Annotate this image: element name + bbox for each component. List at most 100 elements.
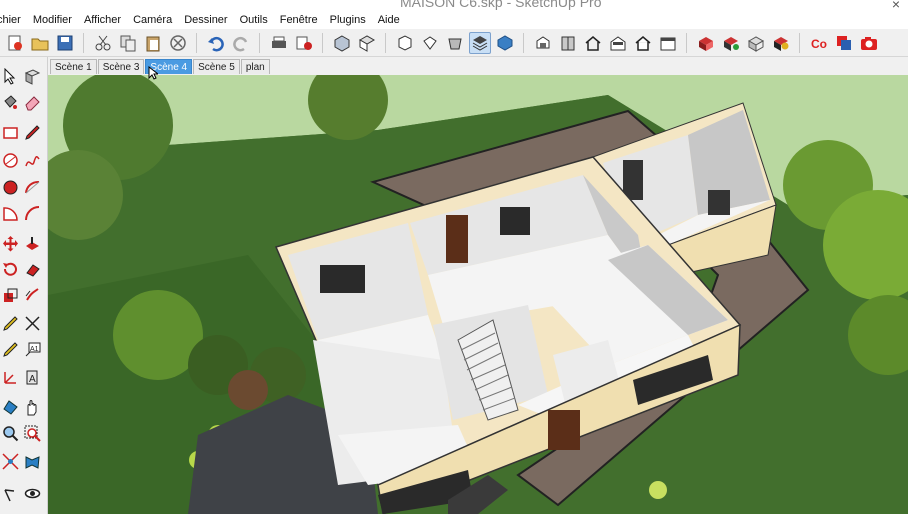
circle-icon[interactable] — [0, 150, 20, 170]
screenshot-icon[interactable] — [858, 32, 880, 54]
orbit-icon[interactable] — [0, 397, 20, 417]
rotate-icon[interactable] — [0, 259, 20, 279]
close-window-icon[interactable]: × — [886, 0, 906, 12]
bush — [228, 370, 268, 410]
arc-icon[interactable] — [22, 177, 42, 197]
window-title: MAISON C6.skp - SketchUp Pro — [400, 0, 602, 10]
top-view-icon[interactable] — [356, 32, 378, 54]
follow-me-icon[interactable] — [22, 259, 42, 279]
scale-icon[interactable] — [0, 285, 20, 305]
toolbar-separator — [196, 32, 197, 53]
back-view-icon[interactable] — [444, 32, 466, 54]
ruby-icon[interactable]: Co — [808, 32, 830, 54]
tape-measure-icon[interactable] — [0, 313, 20, 333]
cut-icon[interactable] — [92, 32, 114, 54]
three-point-arc-icon[interactable] — [22, 203, 42, 223]
house-model-render — [48, 75, 908, 514]
menu-bar: chier Modifier Afficher Caméra Dessiner … — [0, 12, 908, 29]
save-icon[interactable] — [54, 32, 76, 54]
extension-icon[interactable] — [770, 32, 792, 54]
xray-icon[interactable] — [532, 32, 554, 54]
dimension-icon[interactable] — [22, 313, 42, 333]
hidden-line-icon[interactable] — [582, 32, 604, 54]
front-view-icon[interactable] — [394, 32, 416, 54]
make-component-icon[interactable] — [22, 66, 42, 86]
freehand-icon[interactable] — [22, 150, 42, 170]
layout-icon[interactable] — [833, 32, 855, 54]
svg-text:A1: A1 — [30, 346, 39, 353]
redo-icon[interactable] — [230, 32, 252, 54]
front-door — [548, 410, 580, 450]
previous-view-icon[interactable] — [22, 451, 42, 471]
right-view-icon[interactable] — [419, 32, 441, 54]
tab-plan[interactable]: plan — [240, 58, 270, 74]
menu-help[interactable]: Aide — [372, 12, 406, 29]
line-pencil-icon[interactable] — [22, 122, 42, 142]
zoom-window-icon[interactable] — [22, 423, 42, 443]
undo-icon[interactable] — [205, 32, 227, 54]
print-icon[interactable] — [268, 32, 290, 54]
left-toolbar: A1 A — [0, 57, 48, 514]
3d-text-icon[interactable]: A — [22, 367, 42, 387]
look-around-icon[interactable] — [22, 483, 42, 503]
eraser-icon[interactable] — [22, 92, 42, 112]
select-arrow-icon[interactable] — [0, 66, 20, 86]
toolbar-separator — [686, 32, 687, 53]
share-model-icon[interactable] — [720, 32, 742, 54]
mouse-cursor-icon — [148, 66, 158, 80]
push-pull-icon[interactable] — [22, 233, 42, 253]
iso-view-icon[interactable] — [331, 32, 353, 54]
bottom-view-icon[interactable] — [494, 32, 516, 54]
copy-icon[interactable] — [117, 32, 139, 54]
tab-scene-5[interactable]: Scène 5 — [193, 58, 240, 74]
left-view-icon[interactable] — [468, 31, 491, 54]
protractor-icon[interactable] — [0, 339, 20, 359]
pan-hand-icon[interactable] — [22, 397, 42, 417]
position-camera-icon[interactable] — [0, 483, 20, 503]
toolbar-separator — [799, 32, 800, 53]
rectangle-icon[interactable] — [0, 122, 20, 142]
scene-tabs: Scène 1 Scène 3 Scène 4 Scène 5 plan — [48, 57, 908, 75]
menu-file[interactable]: chier — [0, 12, 27, 29]
shaded-texture-icon[interactable] — [632, 32, 654, 54]
menu-view[interactable]: Afficher — [78, 12, 127, 29]
axes-icon[interactable] — [0, 367, 20, 387]
toolbar-separator — [385, 32, 386, 53]
menu-plugins[interactable]: Plugins — [324, 12, 372, 29]
zoom-icon[interactable] — [0, 423, 20, 443]
tab-scene-3[interactable]: Scène 3 — [97, 58, 145, 74]
open-icon[interactable] — [29, 32, 51, 54]
model-viewport[interactable] — [48, 75, 908, 514]
menu-tools[interactable]: Outils — [234, 12, 274, 29]
polygon-icon[interactable] — [0, 177, 20, 197]
toolbar-separator — [259, 32, 260, 53]
paint-bucket-icon[interactable] — [0, 92, 20, 112]
model-info-icon[interactable] — [293, 32, 315, 54]
menu-draw[interactable]: Dessiner — [178, 12, 233, 29]
menu-edit[interactable]: Modifier — [27, 12, 78, 29]
door — [446, 215, 468, 263]
annex-window — [708, 190, 730, 215]
warehouse-icon[interactable] — [695, 32, 717, 54]
toolbar-separator — [83, 32, 84, 53]
shaded-icon[interactable] — [607, 32, 629, 54]
paste-icon[interactable] — [142, 32, 164, 54]
toolbar-separator — [322, 32, 323, 53]
toolbar-separator — [523, 32, 524, 53]
erase-icon[interactable] — [167, 32, 189, 54]
move-icon[interactable] — [0, 233, 20, 253]
monochrome-icon[interactable] — [657, 32, 679, 54]
window — [500, 207, 530, 235]
pie-icon[interactable] — [0, 203, 20, 223]
new-model-icon[interactable] — [4, 32, 26, 54]
wireframe-icon[interactable] — [557, 32, 579, 54]
main-toolbar: Co — [0, 29, 908, 57]
offset-icon[interactable] — [22, 285, 42, 305]
tab-scene-1[interactable]: Scène 1 — [50, 58, 97, 74]
menu-camera[interactable]: Caméra — [127, 12, 178, 29]
text-icon[interactable]: A1 — [22, 339, 42, 359]
zoom-extents-icon[interactable] — [0, 451, 20, 471]
menu-window[interactable]: Fenêtre — [274, 12, 324, 29]
components-icon[interactable] — [745, 32, 767, 54]
svg-text:Co: Co — [811, 37, 827, 51]
